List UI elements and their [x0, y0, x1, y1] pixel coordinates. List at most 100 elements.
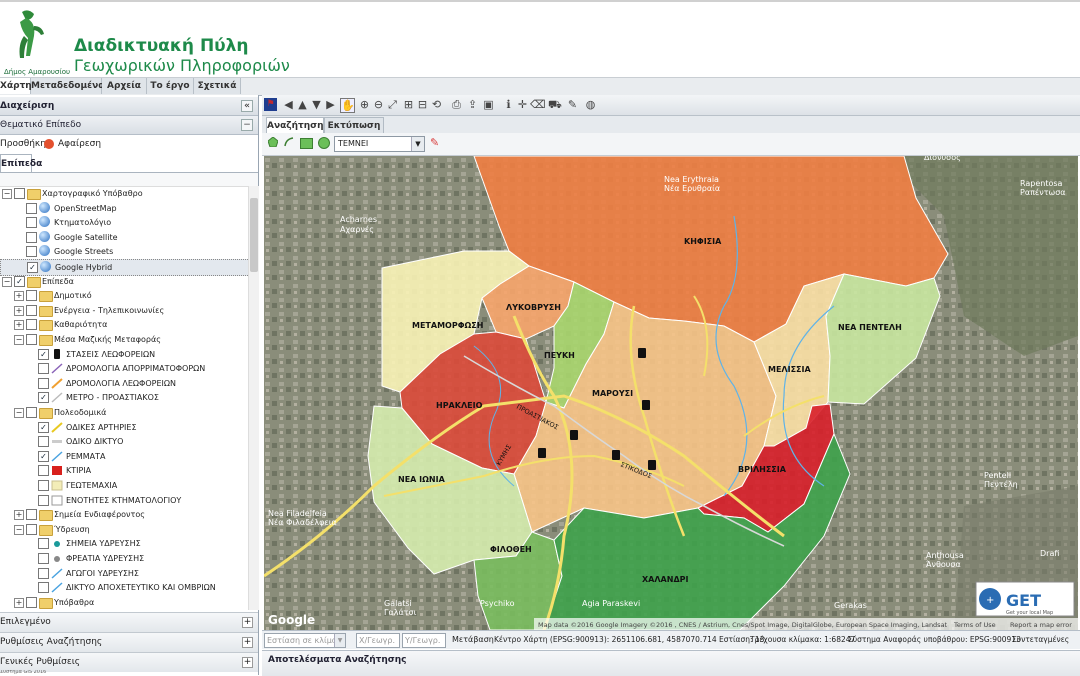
layer-checkbox[interactable]: ✓: [38, 348, 49, 360]
tab-map[interactable]: Χάρτης: [0, 78, 37, 94]
layer-checkbox[interactable]: [38, 567, 49, 579]
chevron-down-icon[interactable]: ▼: [411, 137, 424, 151]
layer-checkbox[interactable]: [26, 217, 37, 229]
y-coordinate-input[interactable]: Υ/Γεωγρ.: [402, 633, 446, 648]
clear-icon[interactable]: ⌫: [530, 98, 546, 111]
info-icon[interactable]: ℹ: [502, 98, 515, 111]
tree-scroll-thumb[interactable]: [250, 198, 258, 272]
layer-checkbox[interactable]: [38, 553, 49, 564]
expand-icon[interactable]: +: [14, 597, 24, 608]
layers-tab[interactable]: Επίπεδα: [0, 154, 42, 173]
layer-checkbox[interactable]: [26, 509, 37, 521]
thematic-layer-header[interactable]: Θεματικό Επίπεδο −: [0, 116, 258, 135]
expand-icon[interactable]: +: [14, 291, 24, 302]
layer-checkbox[interactable]: ✓: [38, 392, 49, 404]
layer-checkbox[interactable]: [14, 188, 25, 199]
layer-tree-item[interactable]: ΣΗΜΕΙΑ ΥΔΡΕΥΣΗΣ: [0, 536, 248, 551]
layer-tree-item[interactable]: ΟΔΙΚΟ ΔΙΚΤΥΟ: [0, 434, 248, 449]
layer-checkbox[interactable]: [26, 246, 37, 258]
map-svg[interactable]: ΚΗΦΙΣΙΑ ΛΥΚΟΒΡΥΣΗ ΜΕΤΑΜΟΡΦΩΣΗ ΠΕΥΚΗ ΗΡΑΚ…: [264, 156, 1078, 630]
layer-tree-item[interactable]: Google Streets: [0, 244, 248, 259]
accordion-general-settings[interactable]: Γενικές Ρυθμίσεις +: [0, 652, 258, 672]
expand-general-settings-icon[interactable]: +: [242, 657, 253, 668]
layer-tree-item[interactable]: − Πολεοδομικά: [0, 405, 248, 420]
municipality-logo[interactable]: Δήμος Αμαρουσίου: [4, 6, 70, 76]
pen-icon[interactable]: ✎: [566, 98, 579, 111]
collapse-icon[interactable]: −: [14, 524, 24, 535]
collapse-icon[interactable]: −: [14, 408, 24, 418]
accordion-search-settings[interactable]: Ρυθμίσεις Αναζήτησης +: [0, 632, 258, 652]
layer-tree-item[interactable]: ✓ ΣΤΑΣΕΙΣ ΛΕΩΦΟΡΕΙΩΝ: [0, 347, 248, 362]
search-layer-select[interactable]: ΤΕΜΝΕΙ ▼: [334, 136, 425, 152]
layer-tree-item[interactable]: ΕΝΟΤΗΤΕΣ ΚΤΗΜΑΤΟΛΟΓΙΟΥ: [0, 493, 248, 508]
get-logo[interactable]: + GET Get your local Map: [975, 581, 1075, 617]
layer-checkbox[interactable]: [26, 231, 37, 243]
layer-checkbox[interactable]: [38, 436, 49, 448]
layer-tree-item[interactable]: ✓ ΡΕΜΜΑΤΑ: [0, 449, 248, 464]
tab-print[interactable]: Εκτύπωση: [324, 117, 384, 134]
collapse-thematic-button[interactable]: −: [241, 119, 253, 131]
layer-checkbox[interactable]: [26, 290, 37, 302]
arrow-up-icon[interactable]: ▲: [296, 98, 309, 111]
draw-rectangle-icon[interactable]: [300, 138, 313, 149]
tab-project[interactable]: Το έργο: [147, 78, 194, 94]
layer-tree-item[interactable]: + Καθαριότητα: [0, 317, 248, 332]
layer-tree-item[interactable]: ΔΡΟΜΟΛΟΓΙΑ ΛΕΩΦΟΡΕΙΩΝ: [0, 376, 248, 391]
print-icon[interactable]: ⎙: [450, 98, 463, 111]
layer-checkbox[interactable]: [26, 202, 37, 214]
layer-tree-item[interactable]: ΓΕΩΤΕΜΑΧΙΑ: [0, 478, 248, 493]
chevron-down-icon[interactable]: ▼: [334, 634, 345, 647]
layer-checkbox[interactable]: [38, 494, 49, 506]
collapse-icon[interactable]: −: [14, 335, 24, 345]
layer-checkbox[interactable]: [26, 334, 37, 345]
expand-search-settings-icon[interactable]: +: [242, 637, 253, 648]
layer-checkbox[interactable]: ✓: [14, 275, 25, 287]
tab-search[interactable]: Αναζήτηση: [266, 117, 324, 134]
zoom-scale-input[interactable]: Εστίαση σε κλίμα ▼: [264, 633, 346, 648]
layer-tree-item[interactable]: + Δημοτικό: [0, 288, 248, 303]
terms-link[interactable]: Terms of Use: [953, 621, 996, 629]
remove-layer-button[interactable]: Αφαίρεση: [58, 135, 101, 153]
zoom-out-icon[interactable]: ⊖: [372, 98, 385, 111]
arrow-down-icon[interactable]: ▼: [310, 98, 323, 111]
layer-tree-item[interactable]: − Ύδρευση: [0, 522, 248, 537]
expand-icon[interactable]: +: [14, 305, 24, 316]
layer-tree-item[interactable]: − ✓ Επίπεδα: [0, 274, 248, 289]
save-icon[interactable]: ▣: [482, 98, 495, 111]
expand-icon[interactable]: +: [14, 320, 24, 331]
layer-checkbox[interactable]: [26, 523, 37, 535]
collapse-icon[interactable]: −: [2, 189, 12, 199]
layer-tree-item[interactable]: ΔΡΟΜΟΛΟΓΙΑ ΑΠΟΡΡΙΜΑΤΟΦΟΡΩΝ: [0, 361, 248, 376]
measure-icon[interactable]: ✛: [516, 98, 529, 111]
zoom-extent-icon[interactable]: ⤢: [386, 98, 399, 111]
zoom-in-icon[interactable]: ⊕: [358, 98, 371, 111]
layer-tree-item[interactable]: ✓ ΟΔΙΚΕΣ ΑΡΤΗΡΙΕΣ: [0, 420, 248, 435]
draw-polygon-icon[interactable]: [267, 136, 279, 148]
uk-flag-icon[interactable]: ⚑: [264, 98, 277, 111]
layer-tree-item[interactable]: OpenStreetMap: [0, 201, 248, 216]
layer-tree-item[interactable]: − Μέσα Μαζικής Μεταφοράς: [0, 332, 248, 347]
layer-tree-item[interactable]: ΦΡΕΑΤΙΑ ΥΔΡΕΥΣΗΣ: [0, 551, 248, 566]
layer-checkbox[interactable]: [38, 465, 49, 477]
arrow-right-icon[interactable]: ▶: [324, 98, 337, 111]
layer-checkbox[interactable]: [38, 480, 49, 491]
clear-drawing-icon[interactable]: ✎: [430, 137, 439, 148]
add-layer-button[interactable]: Προσθήκη: [0, 135, 46, 153]
layer-checkbox[interactable]: [38, 582, 49, 594]
accordion-selected[interactable]: Επιλεγμένο +: [0, 612, 258, 632]
tab-files[interactable]: Αρχεία: [102, 78, 147, 94]
pan-hand-icon[interactable]: ✋: [340, 98, 355, 113]
layer-tree-item[interactable]: Google Satellite: [0, 230, 248, 245]
layer-checkbox[interactable]: ✓: [38, 450, 49, 462]
map-canvas[interactable]: ΚΗΦΙΣΙΑ ΛΥΚΟΒΡΥΣΗ ΜΕΤΑΜΟΡΦΩΣΗ ΠΕΥΚΗ ΗΡΑΚ…: [264, 156, 1078, 630]
layer-tree-item[interactable]: − Χαρτογραφικό Υπόβαθρο: [0, 186, 248, 201]
management-header[interactable]: Διαχείριση «: [0, 97, 258, 116]
export-icon[interactable]: ⇪: [466, 98, 479, 111]
collapse-sidebar-button[interactable]: «: [241, 100, 253, 112]
search-results-panel[interactable]: Αποτελέσματα Αναζήτησης: [262, 650, 1080, 676]
car-icon[interactable]: ⛟: [548, 98, 562, 111]
layer-checkbox[interactable]: ✓: [27, 262, 38, 273]
layer-checkbox[interactable]: [38, 538, 49, 550]
layer-tree-item[interactable]: ΔΙΚΤΥΟ ΑΠΟΧΕΤΕΥΤΙΚΟ ΚΑΙ ΟΜΒΡΙΩΝ: [0, 580, 248, 595]
draw-circle-icon[interactable]: [318, 137, 330, 149]
